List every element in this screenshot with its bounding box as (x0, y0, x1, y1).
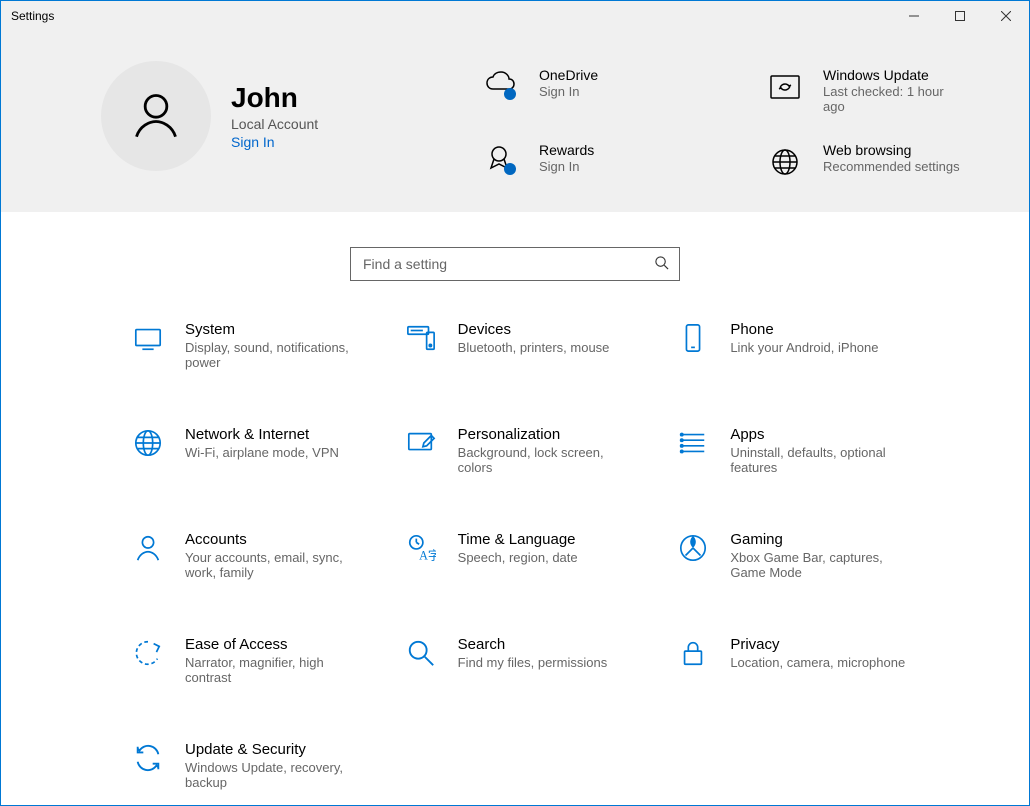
user-block[interactable]: John Local Account Sign In (101, 61, 421, 171)
search-wrap (1, 212, 1029, 321)
header: John Local Account Sign In OneDrive Sign… (1, 31, 1029, 212)
phone-icon (676, 321, 710, 355)
category-gaming[interactable]: Gaming Xbox Game Bar, captures, Game Mod… (676, 531, 919, 580)
close-button[interactable] (983, 1, 1029, 31)
category-title: Devices (458, 321, 610, 338)
privacy-icon (676, 636, 710, 670)
category-ease-of-access[interactable]: Ease of Access Narrator, magnifier, high… (131, 636, 374, 685)
user-icon (130, 89, 182, 144)
category-desc: Location, camera, microphone (730, 655, 905, 670)
quick-onedrive[interactable]: OneDrive Sign In (481, 67, 705, 114)
quick-title: Windows Update (823, 67, 963, 83)
category-title: Search (458, 636, 608, 653)
time-language-icon: A字 (404, 531, 438, 565)
category-title: Privacy (730, 636, 905, 653)
category-desc: Windows Update, recovery, backup (185, 760, 365, 790)
svg-text:A字: A字 (419, 547, 436, 562)
maximize-button[interactable] (937, 1, 983, 31)
globe-icon (131, 426, 165, 460)
quick-title: Rewards (539, 142, 594, 158)
rewards-icon (481, 142, 521, 182)
category-title: Apps (730, 426, 910, 443)
user-name: John (231, 82, 318, 114)
category-desc: Find my files, permissions (458, 655, 608, 670)
category-network[interactable]: Network & Internet Wi-Fi, airplane mode,… (131, 426, 374, 475)
category-title: Network & Internet (185, 426, 339, 443)
search-category-icon (404, 636, 438, 670)
minimize-button[interactable] (891, 1, 937, 31)
category-accounts[interactable]: Accounts Your accounts, email, sync, wor… (131, 531, 374, 580)
quick-sub: Last checked: 1 hour ago (823, 84, 963, 114)
apps-icon (676, 426, 710, 460)
category-title: Accounts (185, 531, 365, 548)
categories: System Display, sound, notifications, po… (1, 321, 1029, 805)
category-desc: Background, lock screen, colors (458, 445, 638, 475)
quick-links: OneDrive Sign In Windows Update Last che… (481, 61, 989, 182)
category-desc: Narrator, magnifier, high contrast (185, 655, 365, 685)
user-subtitle: Local Account (231, 116, 318, 132)
category-desc: Link your Android, iPhone (730, 340, 878, 355)
onedrive-icon (481, 67, 521, 107)
category-desc: Uninstall, defaults, optional features (730, 445, 910, 475)
quick-sub: Recommended settings (823, 159, 960, 174)
search-box[interactable] (350, 247, 680, 281)
search-icon (654, 255, 669, 273)
category-title: Phone (730, 321, 878, 338)
accounts-icon (131, 531, 165, 565)
category-devices[interactable]: Devices Bluetooth, printers, mouse (404, 321, 647, 370)
ease-of-access-icon (131, 636, 165, 670)
category-personalization[interactable]: Personalization Background, lock screen,… (404, 426, 647, 475)
window-title: Settings (11, 9, 54, 23)
category-privacy[interactable]: Privacy Location, camera, microphone (676, 636, 919, 685)
quick-web-browsing[interactable]: Web browsing Recommended settings (765, 142, 989, 182)
category-time-language[interactable]: A字 Time & Language Speech, region, date (404, 531, 647, 580)
system-icon (131, 321, 165, 355)
sign-in-link[interactable]: Sign In (231, 134, 318, 150)
category-desc: Your accounts, email, sync, work, family (185, 550, 365, 580)
devices-icon (404, 321, 438, 355)
category-title: System (185, 321, 365, 338)
main-content: John Local Account Sign In OneDrive Sign… (1, 31, 1029, 805)
title-bar: Settings (1, 1, 1029, 31)
personalization-icon (404, 426, 438, 460)
quick-sub: Sign In (539, 84, 598, 99)
globe-icon (765, 142, 805, 182)
category-title: Ease of Access (185, 636, 365, 653)
category-desc: Xbox Game Bar, captures, Game Mode (730, 550, 910, 580)
category-title: Time & Language (458, 531, 578, 548)
quick-sub: Sign In (539, 159, 594, 174)
quick-title: OneDrive (539, 67, 598, 83)
category-desc: Speech, region, date (458, 550, 578, 565)
category-update-security[interactable]: Update & Security Windows Update, recove… (131, 741, 374, 790)
category-apps[interactable]: Apps Uninstall, defaults, optional featu… (676, 426, 919, 475)
category-phone[interactable]: Phone Link your Android, iPhone (676, 321, 919, 370)
quick-title: Web browsing (823, 142, 960, 158)
category-desc: Bluetooth, printers, mouse (458, 340, 610, 355)
category-search[interactable]: Search Find my files, permissions (404, 636, 647, 685)
category-title: Gaming (730, 531, 910, 548)
avatar (101, 61, 211, 171)
quick-windows-update[interactable]: Windows Update Last checked: 1 hour ago (765, 67, 989, 114)
category-desc: Display, sound, notifications, power (185, 340, 365, 370)
update-security-icon (131, 741, 165, 775)
quick-rewards[interactable]: Rewards Sign In (481, 142, 705, 182)
category-title: Update & Security (185, 741, 365, 758)
update-icon (765, 67, 805, 107)
gaming-icon (676, 531, 710, 565)
category-title: Personalization (458, 426, 638, 443)
search-input[interactable] (361, 255, 654, 273)
category-system[interactable]: System Display, sound, notifications, po… (131, 321, 374, 370)
category-desc: Wi-Fi, airplane mode, VPN (185, 445, 339, 460)
